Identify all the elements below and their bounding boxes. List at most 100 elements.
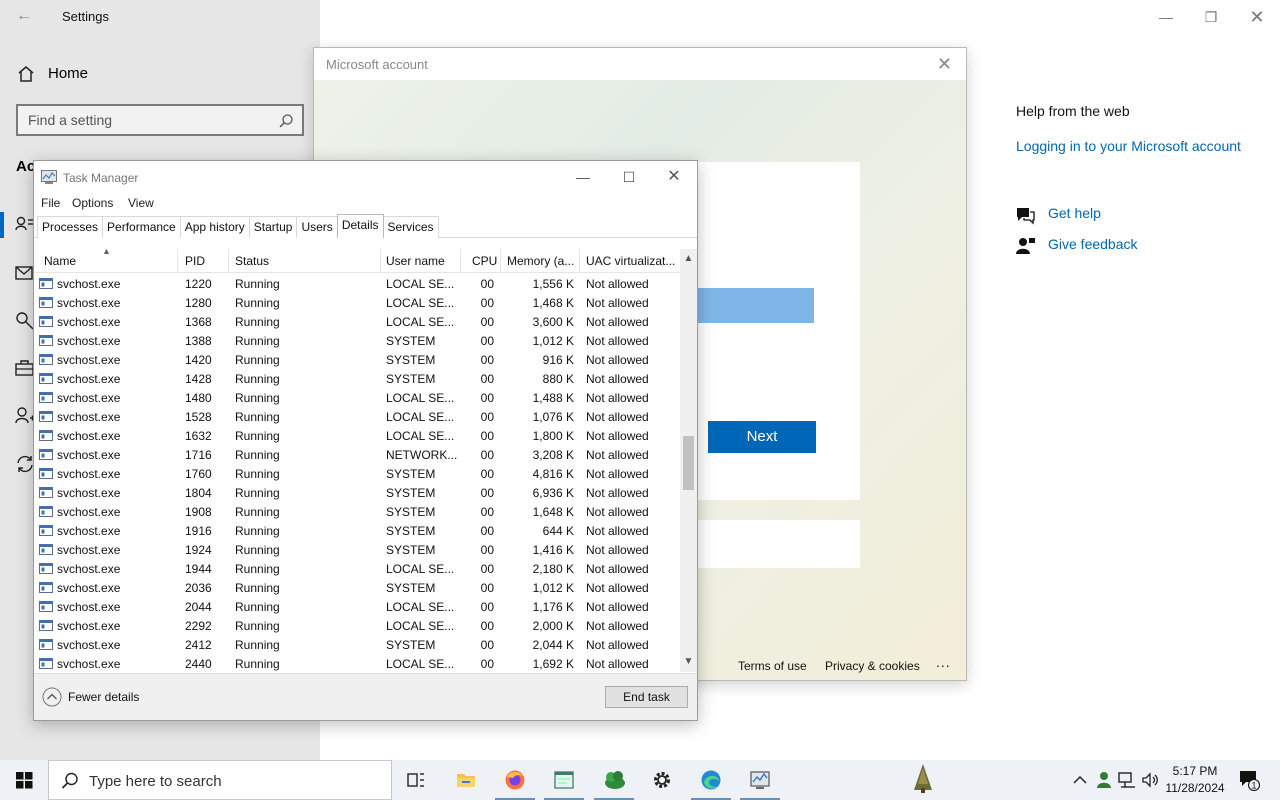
tab-processes[interactable]: Processes (37, 216, 104, 238)
column-divider[interactable] (579, 249, 580, 273)
game-app-icon[interactable] (590, 760, 638, 800)
terms-of-use-link[interactable]: Terms of use (738, 659, 807, 673)
process-pid: 1716 (185, 448, 212, 462)
process-row[interactable]: svchost.exe 1716 Running NETWORK... 00 3,208 … (34, 445, 680, 464)
task-manager-icon[interactable] (736, 760, 784, 800)
tab-startup[interactable]: Startup (248, 216, 298, 238)
column-header-status[interactable]: Status (235, 254, 269, 268)
process-row[interactable]: svchost.exe 1908 Running SYSTEM 00 1,648 K Not… (34, 502, 680, 521)
column-header-user-name[interactable]: User name (386, 254, 445, 268)
settings-minimize-button[interactable]: — (1146, 4, 1186, 30)
settings-restore-button[interactable]: ❐ (1191, 4, 1231, 30)
tab-services[interactable]: Services (382, 216, 439, 238)
process-row[interactable]: svchost.exe 1480 Running LOCAL SE... 00 1,488… (34, 388, 680, 407)
tm-close-button[interactable]: ✕ (659, 166, 689, 188)
windows-start-icon[interactable] (0, 760, 48, 800)
column-header-cpu[interactable]: CPU (472, 254, 497, 268)
process-status: Running (235, 581, 280, 595)
ms-dialog-close-button[interactable]: ✕ (937, 54, 952, 75)
process-status: Running (235, 486, 280, 500)
settings-gear-icon[interactable] (638, 760, 686, 800)
column-divider[interactable] (500, 249, 501, 273)
privacy-cookies-link[interactable]: Privacy & cookies (825, 659, 920, 673)
scrollbar-thumb[interactable] (683, 436, 694, 490)
column-divider[interactable] (177, 249, 178, 273)
microsoft-account-help-link[interactable]: Logging in to your Microsoft account (1016, 138, 1241, 154)
tm-minimize-button[interactable]: — (568, 166, 598, 188)
process-row[interactable]: svchost.exe 2044 Running LOCAL SE... 00 1,176… (34, 597, 680, 616)
find-setting-search-box[interactable]: Find a setting (16, 104, 304, 136)
process-row[interactable]: svchost.exe 1368 Running LOCAL SE... 00 3,600… (34, 312, 680, 331)
people-icon[interactable] (1094, 770, 1114, 790)
process-row[interactable]: svchost.exe 1924 Running SYSTEM 00 1,416 K Not… (34, 540, 680, 559)
pinned-app-tree-icon[interactable] (910, 762, 936, 794)
process-user-name: SYSTEM (386, 638, 436, 652)
process-row[interactable]: svchost.exe 1916 Running SYSTEM 00 644 K Not a… (34, 521, 680, 540)
process-row[interactable]: svchost.exe 2292 Running LOCAL SE... 00 2,000… (34, 616, 680, 635)
clock-date[interactable]: 11/28/2024 (1162, 781, 1228, 795)
column-header-uac[interactable]: UAC virtualizat... (586, 254, 675, 268)
process-user-name: SYSTEM (386, 334, 436, 348)
task-view-icon[interactable] (392, 760, 440, 800)
column-divider[interactable] (460, 249, 461, 273)
process-row[interactable]: svchost.exe 1760 Running SYSTEM 00 4,816 K Not… (34, 464, 680, 483)
volume-icon[interactable] (1140, 770, 1160, 790)
notepad-window-icon[interactable] (540, 760, 588, 800)
network-icon[interactable] (1117, 770, 1137, 790)
home-nav-link[interactable]: Home (48, 65, 88, 82)
process-row[interactable]: svchost.exe 1632 Running LOCAL SE... 00 1,800… (34, 426, 680, 445)
get-help-link[interactable]: Get help (1048, 205, 1101, 221)
tab-app-history[interactable]: App history (179, 216, 250, 238)
settings-close-button[interactable]: ✕ (1237, 4, 1277, 30)
tm-maximize-button[interactable]: ☐ (614, 166, 644, 188)
process-row[interactable]: svchost.exe 1420 Running SYSTEM 00 916 K Not a… (34, 350, 680, 369)
process-list-scrollbar[interactable]: ▲ ▼ (680, 249, 697, 672)
process-row[interactable]: svchost.exe 1220 Running LOCAL SE... 00 1,556… (34, 274, 680, 293)
column-header-name[interactable]: Name (44, 254, 76, 268)
menu-view[interactable]: View (128, 196, 154, 210)
chevron-up-icon[interactable] (1070, 770, 1090, 790)
process-row[interactable]: svchost.exe 2412 Running SYSTEM 00 2,044 K Not… (34, 635, 680, 654)
tab-users[interactable]: Users (296, 216, 338, 238)
file-explorer-icon[interactable] (442, 760, 490, 800)
process-user-name: SYSTEM (386, 543, 436, 557)
process-row[interactable]: svchost.exe 1804 Running SYSTEM 00 6,936 K Not… (34, 483, 680, 502)
clock-time[interactable]: 5:17 PM (1164, 764, 1226, 778)
scroll-up-arrow-icon[interactable]: ▲ (680, 251, 697, 267)
column-header-memory[interactable]: Memory (a... (507, 254, 574, 268)
process-name: svchost.exe (57, 619, 121, 633)
highlighted-input-field[interactable] (698, 288, 814, 323)
notification-center-icon[interactable]: 1 (1238, 768, 1262, 792)
menu-file[interactable]: File (41, 196, 60, 210)
sign-in-options-card[interactable] (698, 520, 860, 568)
process-row[interactable]: svchost.exe 1944 Running LOCAL SE... 00 2,180… (34, 559, 680, 578)
process-row[interactable]: svchost.exe 2440 Running LOCAL SE... 00 1,692… (34, 654, 680, 672)
taskbar-search-box[interactable]: Type here to search (48, 760, 392, 800)
process-row[interactable]: svchost.exe 1280 Running LOCAL SE... 00 1,468… (34, 293, 680, 312)
ms-dialog-title: Microsoft account (326, 57, 428, 72)
menu-options[interactable]: Options (72, 196, 113, 210)
chevron-up-circle-icon[interactable] (42, 687, 62, 707)
tab-performance[interactable]: Performance (102, 216, 181, 238)
column-divider[interactable] (380, 249, 381, 273)
process-row[interactable]: svchost.exe 1388 Running SYSTEM 00 1,012 K Not… (34, 331, 680, 350)
column-divider[interactable] (228, 249, 229, 273)
scroll-down-arrow-icon[interactable]: ▼ (680, 654, 697, 670)
ms-dialog-titlebar: Microsoft account ✕ (314, 48, 966, 80)
back-arrow-icon[interactable]: ← (14, 6, 34, 26)
process-row[interactable]: svchost.exe 1528 Running LOCAL SE... 00 1,076… (34, 407, 680, 426)
more-options-button[interactable]: ... (936, 654, 951, 670)
fewer-details-link[interactable]: Fewer details (68, 690, 139, 704)
process-status: Running (235, 334, 280, 348)
process-row[interactable]: svchost.exe 1428 Running SYSTEM 00 880 K Not a… (34, 369, 680, 388)
column-header-pid[interactable]: PID (185, 254, 205, 268)
process-user-name: SYSTEM (386, 505, 436, 519)
next-button[interactable]: Next (708, 421, 816, 453)
firefox-icon[interactable] (491, 760, 539, 800)
end-task-button[interactable]: End task (605, 686, 688, 708)
process-status: Running (235, 657, 280, 671)
process-row[interactable]: svchost.exe 2036 Running SYSTEM 00 1,012 K Not… (34, 578, 680, 597)
tab-details[interactable]: Details (336, 214, 384, 238)
give-feedback-link[interactable]: Give feedback (1048, 236, 1138, 252)
edge-icon[interactable] (687, 760, 735, 800)
